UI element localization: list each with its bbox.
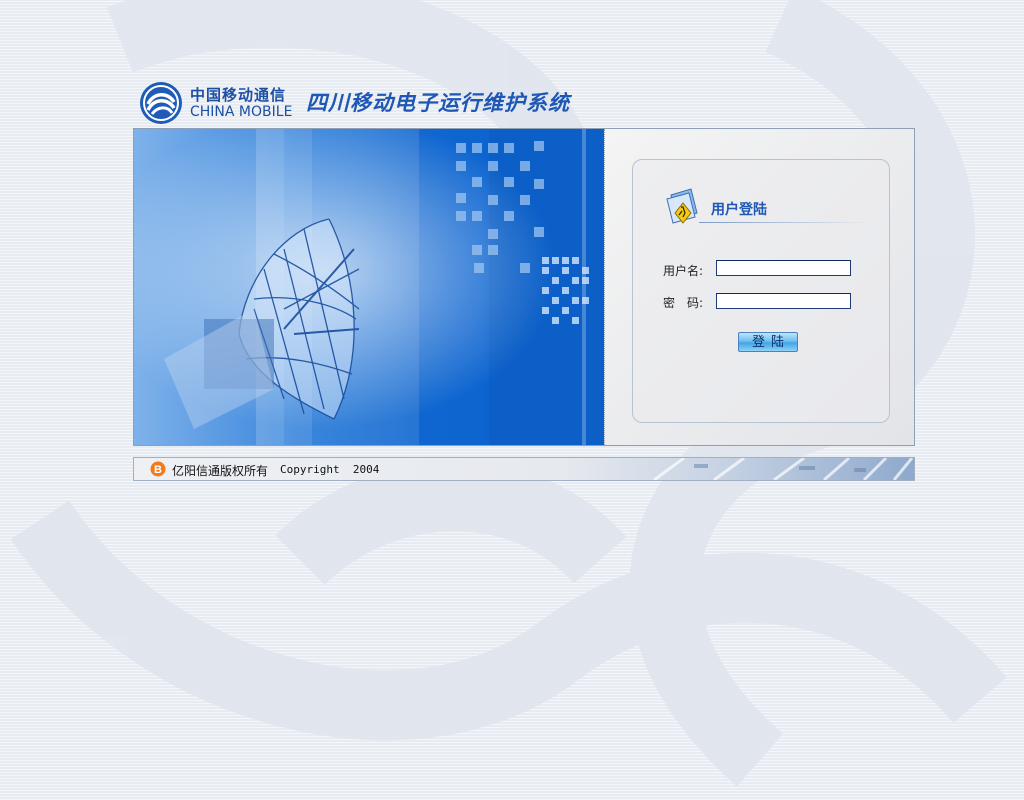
password-input[interactable] — [716, 293, 851, 309]
user-folder-icon — [666, 188, 698, 224]
username-label: 用户名: — [663, 264, 704, 278]
panel-title-divider — [699, 222, 871, 223]
logo-english-text: CHINA MOBILE — [190, 104, 293, 120]
login-button[interactable]: 登陆 — [738, 332, 798, 352]
login-panel: 用户登陆 用户名: 密 码: 登陆 — [604, 129, 914, 445]
svg-text:B: B — [154, 464, 162, 476]
footer-decoration — [653, 458, 914, 480]
footer-company-text: 亿阳信通版权所有 — [172, 464, 269, 478]
logo-chinese-text: 中国移动通信 — [190, 86, 287, 104]
login-panel-title: 用户登陆 — [711, 202, 767, 218]
username-input[interactable] — [716, 260, 851, 276]
page-header: 中国移动通信 CHINA MOBILE 四川移动电子运行维护系统 — [138, 80, 598, 126]
footer-copyright-text: Copyright 2004 — [280, 463, 380, 476]
system-title: 四川移动电子运行维护系统 — [306, 91, 570, 115]
page-footer: B 亿阳信通版权所有 Copyright 2004 — [133, 457, 915, 481]
login-frame: 用户登陆 用户名: 密 码: 登陆 — [133, 128, 915, 446]
satellite-dish-illustration — [134, 129, 604, 445]
login-panel-header: 用户登陆 — [661, 187, 871, 225]
hero-banner — [134, 129, 604, 445]
password-label: 密 码: — [663, 296, 704, 310]
company-logo-icon: B — [150, 461, 166, 477]
china-mobile-logo-icon — [140, 82, 182, 124]
